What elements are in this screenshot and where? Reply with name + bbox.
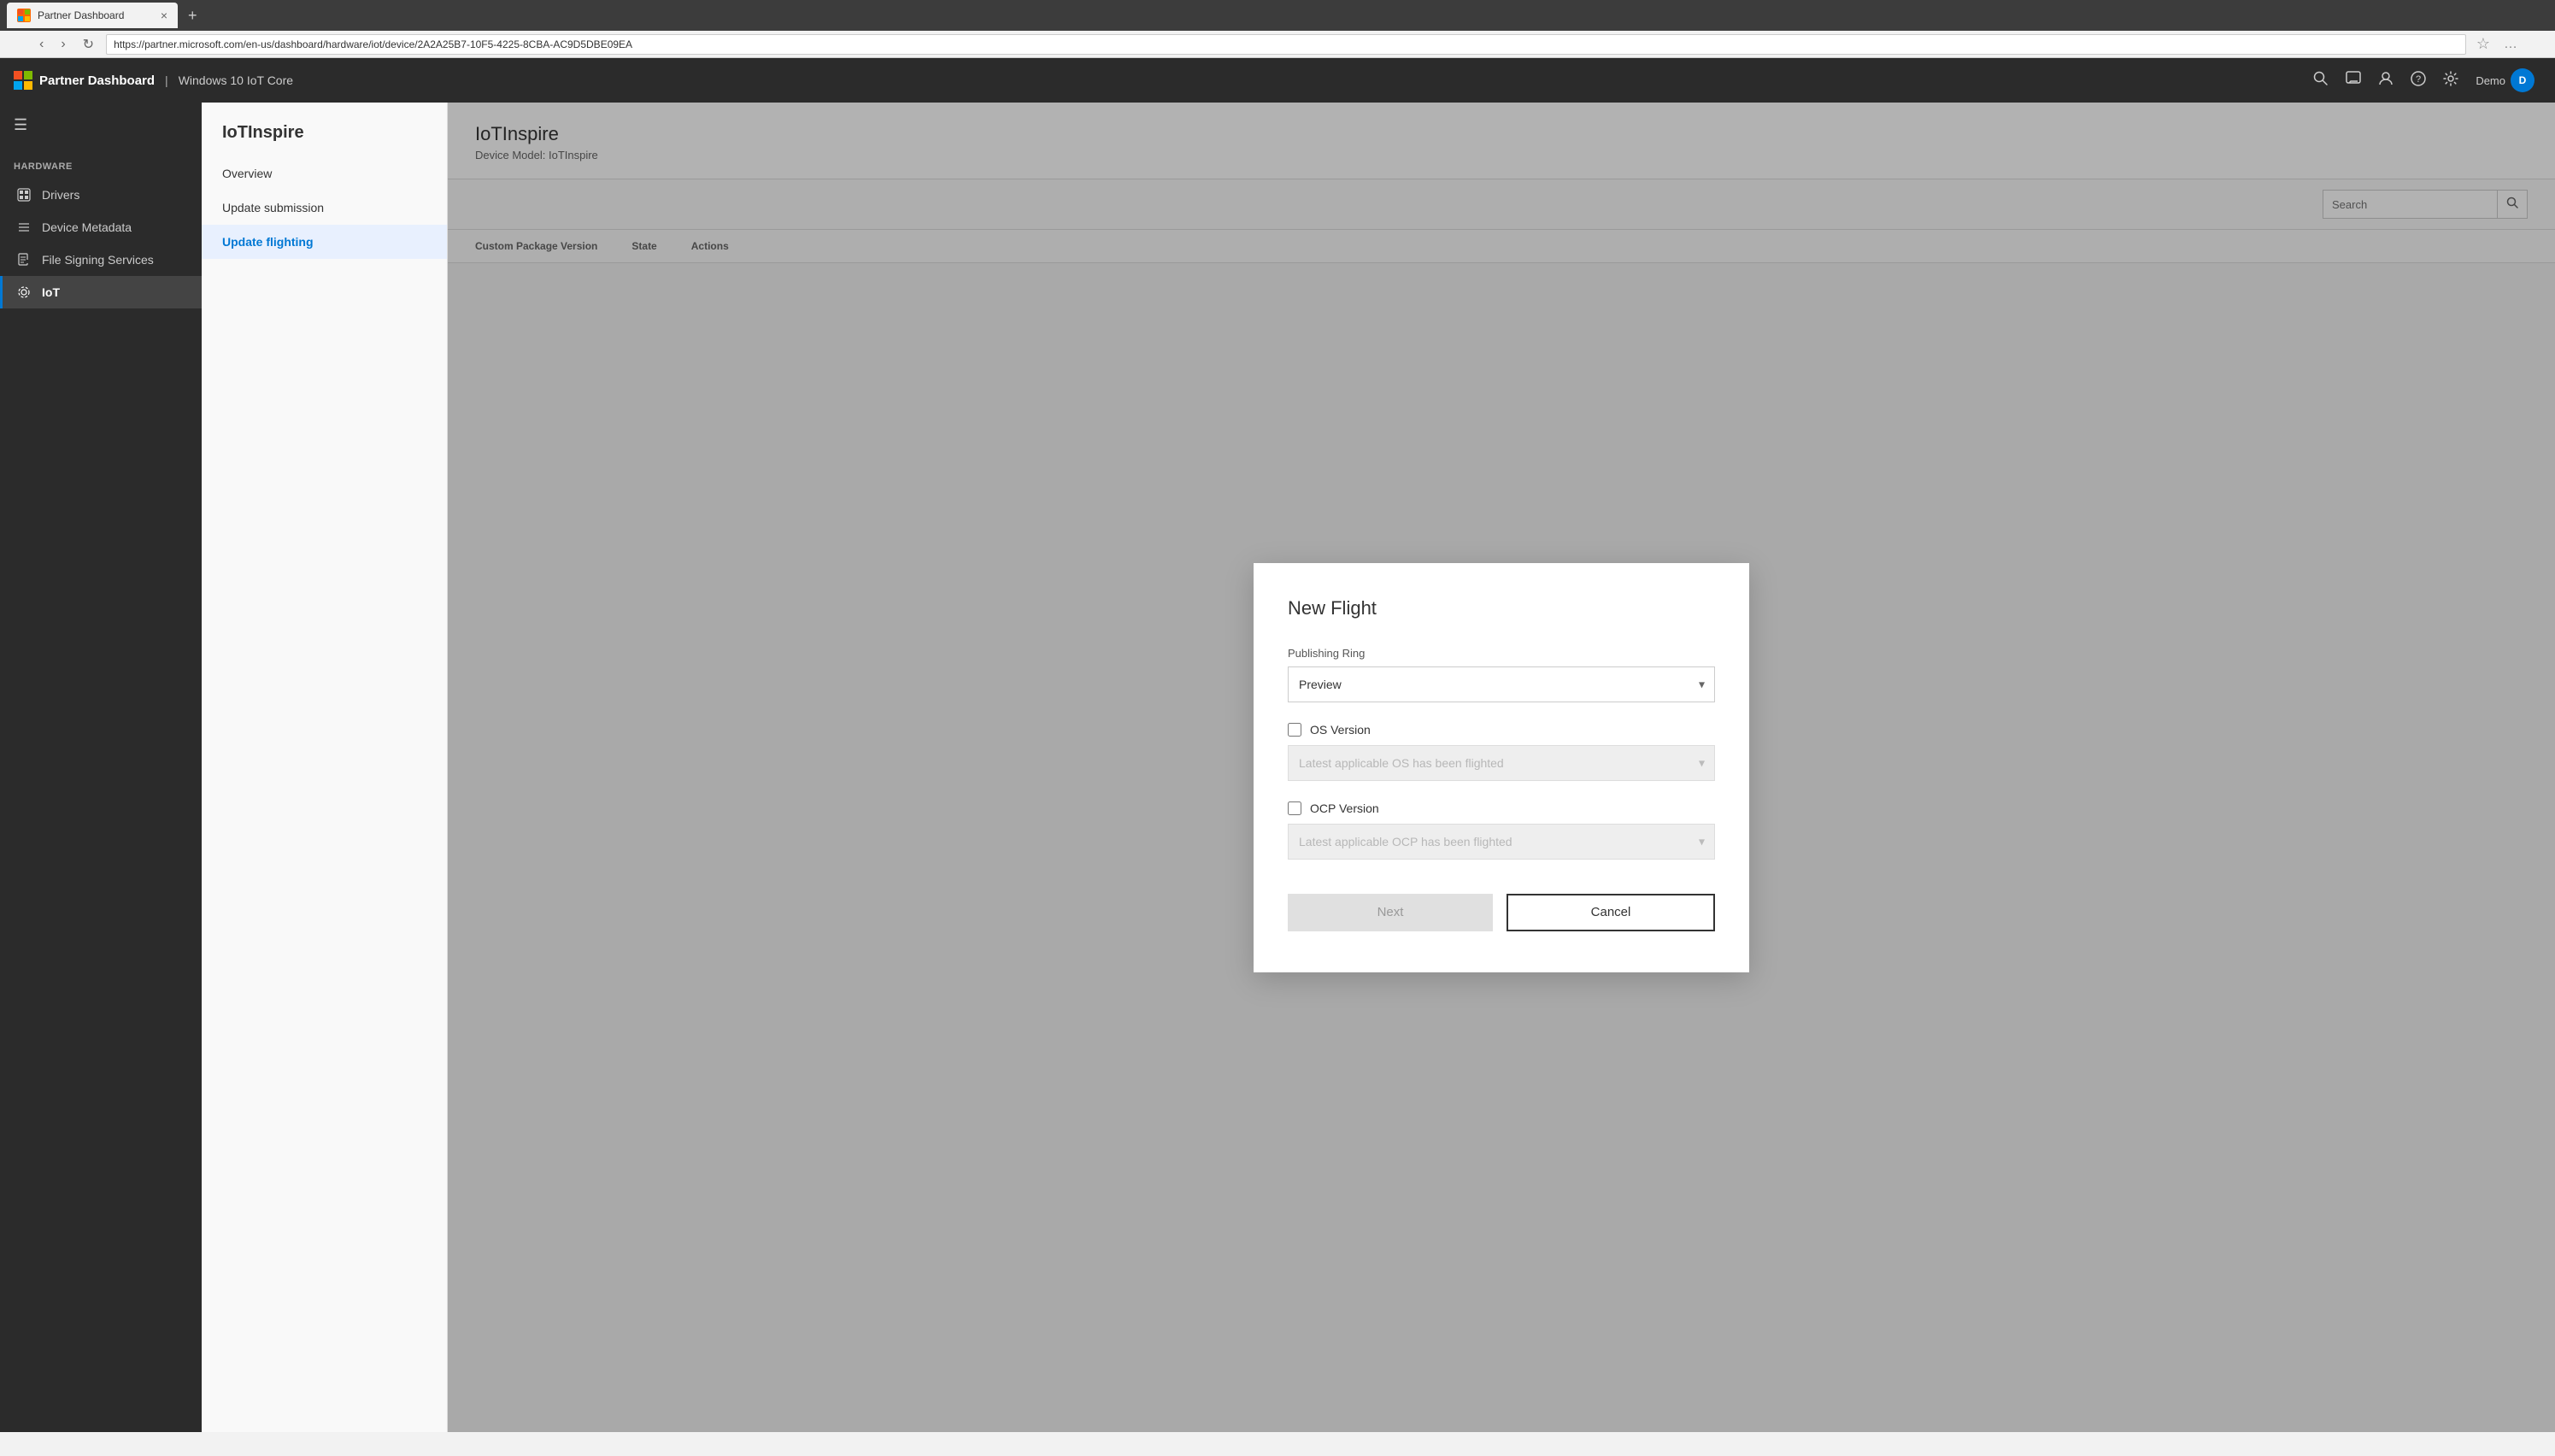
tab-title: Partner Dashboard: [38, 9, 124, 21]
nav-item-overview[interactable]: Overview: [202, 156, 447, 191]
drivers-icon: [16, 187, 32, 203]
file-signing-icon: [16, 252, 32, 267]
publishing-ring-label: Publishing Ring: [1288, 647, 1715, 660]
nav-item-update-flighting[interactable]: Update flighting: [202, 225, 447, 259]
sidebar-item-device-metadata[interactable]: Device Metadata: [0, 211, 202, 244]
os-version-wrapper: Latest applicable OS has been flighted ▾: [1288, 745, 1715, 781]
sidebar-item-iot[interactable]: IoT: [0, 276, 202, 308]
svg-text:?: ?: [2416, 74, 2421, 85]
nav-item-overview-label: Overview: [222, 167, 272, 180]
ocp-version-select: Latest applicable OCP has been flighted: [1288, 824, 1715, 860]
left-panel: IoTInspire Overview Update submission Up…: [202, 103, 448, 1432]
help-icon: ?: [2411, 71, 2426, 86]
sidebar-item-drivers[interactable]: Drivers: [0, 179, 202, 211]
refresh-button[interactable]: ↻: [78, 34, 99, 55]
hamburger-menu[interactable]: ☰: [0, 109, 202, 148]
chat-icon-button[interactable]: [2339, 66, 2368, 96]
sidebar-item-label-iot: IoT: [42, 285, 60, 299]
right-panel: IoTInspire Device Model: IoTInspire Cust…: [448, 103, 2555, 1432]
nav-item-update-submission-label: Update submission: [222, 201, 324, 214]
os-version-label[interactable]: OS Version: [1310, 723, 1371, 737]
app-logo: Partner Dashboard | Windows 10 IoT Core: [14, 71, 293, 90]
device-metadata-icon: [16, 220, 32, 235]
iot-icon: [16, 285, 32, 300]
more-options-button[interactable]: …: [2500, 37, 2521, 52]
tab-close-button[interactable]: ×: [161, 9, 167, 22]
new-tab-button[interactable]: +: [181, 7, 204, 25]
active-tab[interactable]: Partner Dashboard ×: [7, 3, 178, 28]
people-icon: [2378, 71, 2393, 86]
modal-overlay: New Flight Publishing Ring Preview Gradu…: [448, 103, 2555, 1432]
modal-title: New Flight: [1288, 597, 1715, 619]
back-button[interactable]: ‹: [34, 35, 49, 54]
next-button[interactable]: Next: [1288, 894, 1493, 931]
sidebar-item-label-drivers: Drivers: [42, 188, 79, 202]
sidebar: ☰ HARDWARE Drivers Device Metadata File …: [0, 103, 202, 1432]
settings-icon: [2443, 71, 2458, 86]
app-subtitle: Windows 10 IoT Core: [179, 73, 293, 87]
os-version-checkbox[interactable]: [1288, 723, 1301, 737]
nav-item-update-flighting-label: Update flighting: [222, 235, 314, 249]
address-bar: ‹ › ↻ ☆ …: [0, 31, 2555, 58]
app-title: Partner Dashboard: [39, 73, 155, 88]
modal-actions: Next Cancel: [1288, 894, 1715, 931]
forward-button[interactable]: ›: [56, 35, 70, 54]
nav-item-update-submission[interactable]: Update submission: [202, 191, 447, 225]
sidebar-section-label: HARDWARE: [0, 148, 202, 179]
header-icons: ? Demo D: [2306, 65, 2541, 96]
chat-icon: [2346, 71, 2361, 86]
new-flight-modal: New Flight Publishing Ring Preview Gradu…: [1254, 563, 1749, 972]
app-header: Partner Dashboard | Windows 10 IoT Core: [0, 58, 2555, 103]
ocp-version-checkbox[interactable]: [1288, 801, 1301, 815]
user-label: Demo: [2476, 74, 2505, 87]
sidebar-item-label-file-signing: File Signing Services: [42, 253, 154, 267]
sidebar-item-file-signing[interactable]: File Signing Services: [0, 244, 202, 276]
content-area: IoTInspire Overview Update submission Up…: [202, 103, 2555, 1432]
bookmark-icon[interactable]: ☆: [2473, 35, 2493, 53]
left-panel-title: IoTInspire: [202, 103, 447, 156]
people-icon-button[interactable]: [2371, 66, 2400, 96]
ocp-version-wrapper: Latest applicable OCP has been flighted …: [1288, 824, 1715, 860]
tab-favicon: [17, 9, 31, 22]
sidebar-item-label-device-metadata: Device Metadata: [42, 220, 132, 234]
publishing-ring-wrapper: Preview Gradual Release ▾: [1288, 666, 1715, 702]
main-layout: ☰ HARDWARE Drivers Device Metadata File …: [0, 103, 2555, 1432]
help-icon-button[interactable]: ?: [2404, 66, 2433, 96]
user-avatar: D: [2511, 68, 2534, 92]
search-icon: [2313, 71, 2329, 86]
microsoft-logo: [14, 71, 32, 90]
tab-bar: Partner Dashboard × +: [0, 0, 2555, 31]
cancel-button[interactable]: Cancel: [1507, 894, 1715, 931]
address-input[interactable]: [106, 34, 2466, 55]
os-version-select: Latest applicable OS has been flighted: [1288, 745, 1715, 781]
ocp-version-checkbox-row: OCP Version: [1288, 801, 1715, 815]
title-separator: |: [165, 73, 168, 87]
user-menu[interactable]: Demo D: [2469, 65, 2541, 96]
os-version-checkbox-row: OS Version: [1288, 723, 1715, 737]
search-icon-button[interactable]: [2306, 66, 2335, 96]
settings-icon-button[interactable]: [2436, 66, 2465, 96]
publishing-ring-select[interactable]: Preview Gradual Release: [1288, 666, 1715, 702]
ocp-version-label[interactable]: OCP Version: [1310, 801, 1379, 815]
